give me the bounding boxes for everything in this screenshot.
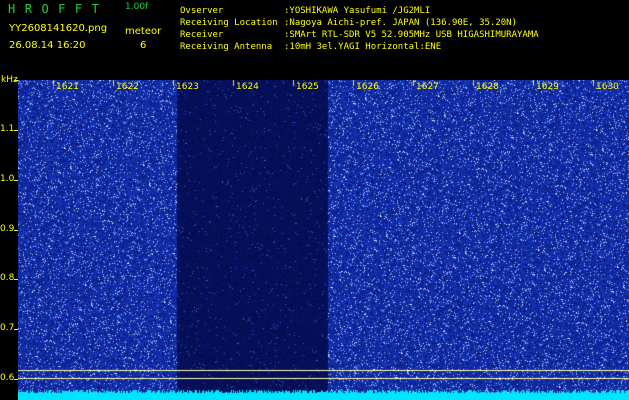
meteor-label: meteor (125, 26, 162, 37)
antenna-value: :10mH 3el.YAGI Horizontal:ENE (284, 42, 442, 52)
x-tick-label: 1626 (356, 82, 379, 92)
x-tick-label: 1624 (236, 82, 259, 92)
y-tick-mark (14, 329, 18, 330)
meteor-count: 6 (140, 40, 147, 51)
antenna-label: Receiving Antenna (180, 42, 273, 52)
x-tick-label: 1627 (416, 82, 439, 92)
receiver-value: :SMArt RTL-SDR V5 52.905MHz USB HIGASHIM… (284, 30, 539, 40)
x-tick-label: 1630 (596, 82, 619, 92)
x-tick-label: 1621 (56, 82, 79, 92)
x-tick-label: 1629 (536, 82, 559, 92)
observer-value: :YOSHIKAWA Yasufumi /JG2MLI (284, 6, 431, 16)
y-tick-label: 0.7 (0, 323, 15, 333)
y-tick-mark (14, 180, 18, 181)
x-tick-label: 1625 (296, 82, 319, 92)
x-tick-label: 1623 (176, 82, 199, 92)
observer-label: Ovserver (180, 6, 224, 16)
y-tick-label: 0.6 (0, 373, 15, 383)
waterfall-spectrogram (18, 80, 629, 400)
y-tick-label: 0.8 (0, 273, 15, 283)
receiver-label: Receiver (180, 30, 224, 40)
y-tick-label: 0.9 (0, 224, 15, 234)
capture-datetime: 26.08.14 16:20 (9, 40, 86, 51)
x-tick-label: 1628 (476, 82, 499, 92)
y-tick-label: 1.1 (0, 124, 15, 134)
y-tick-label: 1.0 (0, 174, 15, 184)
app-version: 1.00f (125, 2, 149, 12)
y-tick-mark (14, 379, 18, 380)
y-tick-mark (14, 130, 18, 131)
x-tick-label: 1622 (116, 82, 139, 92)
y-tick-mark (14, 80, 18, 81)
y-tick-mark (14, 279, 18, 280)
file-name: YY2608141620.png (9, 23, 108, 34)
header-panel: HROFFT 1.00f YY2608141620.png meteor 26.… (0, 0, 629, 85)
location-label: Receiving Location (180, 18, 278, 28)
y-tick-mark (14, 230, 18, 231)
location-value: :Nagoya Aichi-pref. JAPAN (136.90E, 35.2… (284, 18, 517, 28)
app-logo: HROFFT (8, 2, 109, 16)
